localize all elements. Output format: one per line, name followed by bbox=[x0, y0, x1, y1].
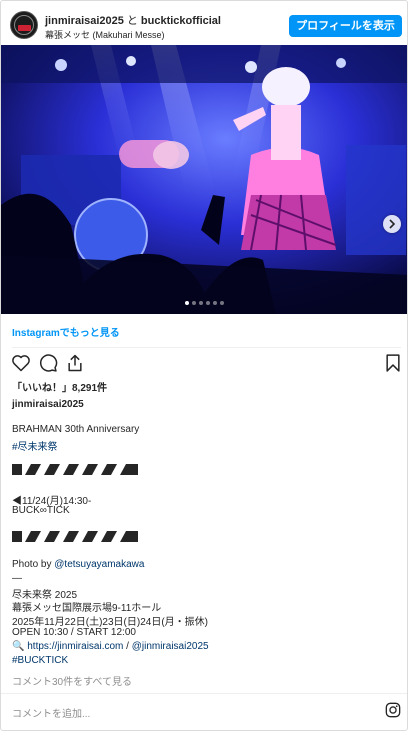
divider bbox=[1, 693, 407, 694]
account-mention[interactable]: @jinmiraisai2025 bbox=[132, 641, 209, 652]
carousel-dot bbox=[213, 301, 217, 305]
carousel-dot bbox=[185, 301, 189, 305]
caption-line: 2025年11月22日(土)23日(日)24日(月・振休) bbox=[12, 617, 208, 628]
view-profile-button[interactable]: プロフィールを表示 bbox=[289, 15, 402, 37]
avatar[interactable] bbox=[10, 11, 38, 39]
account-link-jinmiraisai[interactable]: jinmiraisai2025 bbox=[45, 15, 124, 27]
carousel-indicator bbox=[185, 301, 227, 305]
caption-links: 🔍 https://jinmiraisai.com / @jinmiraisai… bbox=[12, 641, 209, 652]
avatar-badge bbox=[18, 25, 31, 31]
caption-hashtag[interactable]: #尽未来祭 bbox=[12, 438, 58, 453]
view-more-on-instagram-link[interactable]: Instagramでもっと見る bbox=[12, 324, 120, 339]
concert-photo-illustration bbox=[1, 45, 407, 314]
caption-hashtag[interactable]: #BUCKTICK bbox=[12, 655, 68, 666]
caption-line: — bbox=[12, 573, 22, 584]
carousel-next-button[interactable] bbox=[383, 215, 401, 233]
caption-username[interactable]: jinmiraisai2025 bbox=[12, 399, 84, 410]
stripe-divider-graphic bbox=[12, 531, 138, 542]
carousel-dot bbox=[199, 301, 203, 305]
chevron-right-icon bbox=[389, 219, 396, 229]
carousel-dot bbox=[220, 301, 224, 305]
account-separator: と bbox=[126, 15, 138, 27]
instagram-icon[interactable] bbox=[385, 702, 401, 718]
caption-line: 幕張メッセ国際展示場9-11ホール bbox=[12, 603, 162, 614]
location-link[interactable]: 幕張メッセ (Makuhari Messe) bbox=[45, 28, 165, 41]
caption-line: BRAHMAN 30th Anniversary bbox=[12, 424, 140, 435]
post-photo[interactable] bbox=[1, 45, 407, 314]
caption-line: OPEN 10:30 / START 12:00 bbox=[12, 627, 136, 638]
view-all-comments-link[interactable]: コメント30件をすべて見る bbox=[12, 673, 132, 688]
post-header: jinmiraisai2025 と bucktickofficial 幕張メッセ (… bbox=[1, 1, 407, 45]
search-icon: 🔍 bbox=[12, 641, 28, 652]
link-separator: / bbox=[123, 641, 132, 652]
add-comment-input[interactable]: コメントを追加... bbox=[12, 705, 90, 720]
instagram-embed-card: jinmiraisai2025 と bucktickofficial 幕張メッセ (… bbox=[0, 0, 408, 731]
caption-credit: Photo by @tetsuyayamakawa bbox=[12, 559, 144, 570]
share-icon[interactable] bbox=[65, 353, 85, 373]
credit-prefix: Photo by bbox=[12, 559, 55, 570]
caption-line: BUCK∞TICK bbox=[12, 505, 70, 516]
likes-count[interactable]: 「いいね！」8,291件 bbox=[12, 379, 107, 394]
comment-icon[interactable] bbox=[38, 353, 58, 373]
photographer-mention[interactable]: @tetsuyayamakawa bbox=[54, 559, 144, 570]
divider bbox=[12, 347, 401, 348]
account-names: jinmiraisai2025 と bucktickofficial bbox=[45, 12, 221, 28]
website-link[interactable]: https://jinmiraisai.com bbox=[27, 641, 123, 652]
carousel-dot bbox=[192, 301, 196, 305]
stripe-divider-graphic bbox=[12, 464, 138, 475]
carousel-dot bbox=[206, 301, 210, 305]
bookmark-icon[interactable] bbox=[383, 353, 403, 373]
account-link-bucktick[interactable]: bucktickofficial bbox=[141, 15, 221, 27]
heart-icon[interactable] bbox=[11, 353, 31, 373]
